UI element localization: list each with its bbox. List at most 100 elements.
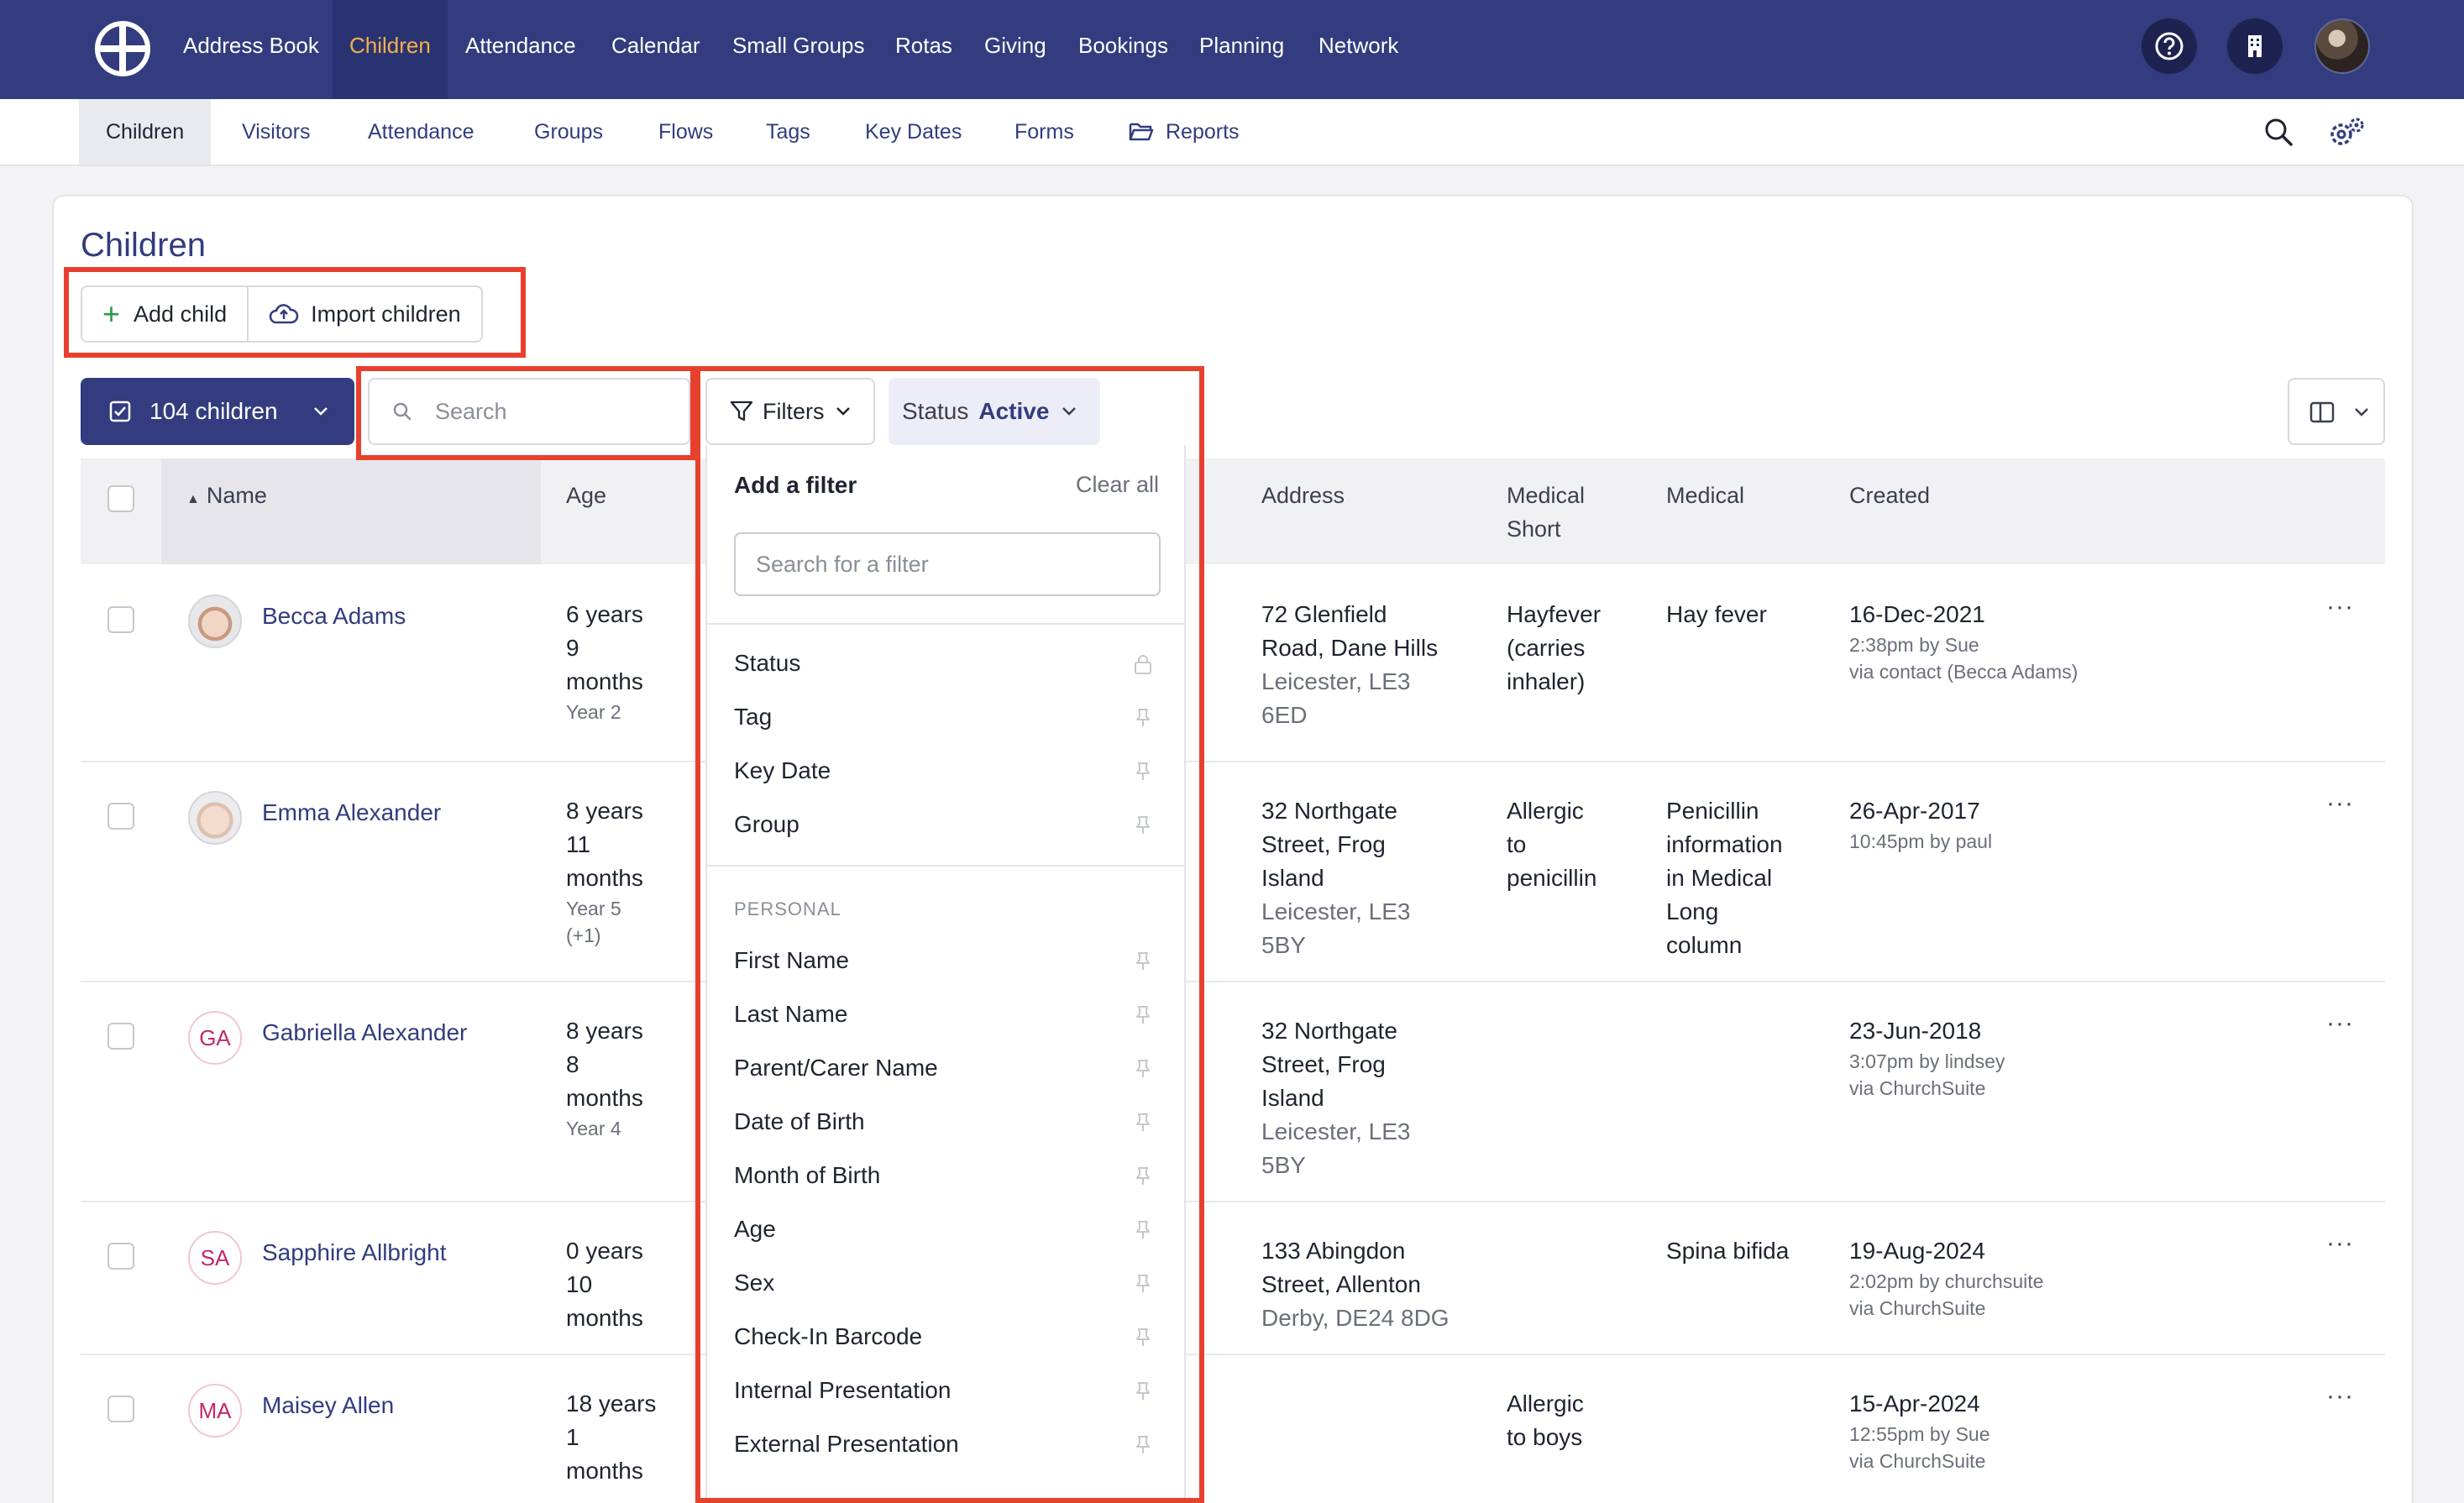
name-column-header[interactable]: ▲ Name bbox=[186, 479, 267, 516]
row-divider bbox=[81, 761, 2385, 762]
child-name-link[interactable]: Gabriella Alexander bbox=[262, 1019, 467, 1046]
help-button[interactable] bbox=[2142, 18, 2197, 74]
child-name-link[interactable]: Emma Alexander bbox=[262, 799, 441, 826]
medical-short-cell-line: to bbox=[1507, 831, 1527, 857]
column-layout-button[interactable] bbox=[2288, 378, 2385, 445]
gears-icon bbox=[2330, 118, 2364, 145]
row-checkbox[interactable] bbox=[107, 606, 134, 633]
user-avatar[interactable] bbox=[2315, 18, 2370, 74]
created-date: 15-Apr-2024 bbox=[1849, 1390, 1980, 1417]
subnav-key-dates[interactable]: Key Dates bbox=[865, 99, 962, 165]
nav-network[interactable]: Network bbox=[1308, 0, 1408, 99]
age-cell-line: months bbox=[566, 1305, 643, 1331]
age-cell-line: 9 bbox=[566, 635, 579, 661]
medical-short-cell-line: inhaler) bbox=[1507, 668, 1586, 694]
medical-short-cell-line: Allergic bbox=[1507, 1390, 1584, 1417]
created-meta: 2:38pm by Sue bbox=[1849, 634, 1979, 656]
row-actions-menu[interactable]: ··· bbox=[2326, 1009, 2354, 1038]
nav-calendar[interactable]: Calendar bbox=[601, 0, 710, 99]
child-name-link[interactable]: Becca Adams bbox=[262, 603, 406, 630]
created-meta: via ChurchSuite bbox=[1849, 1297, 1986, 1319]
select-children-button[interactable]: 104 children bbox=[81, 378, 354, 445]
row-actions-menu[interactable]: ··· bbox=[2326, 1382, 2354, 1411]
sort-ascending-icon: ▲ bbox=[186, 492, 200, 506]
address-column-header[interactable]: Address bbox=[1261, 479, 1345, 512]
child-avatar[interactable]: MA bbox=[188, 1384, 242, 1438]
row-actions-menu[interactable]: ··· bbox=[2326, 789, 2354, 818]
nav-children[interactable]: Children bbox=[333, 0, 448, 99]
age-cell-line: months bbox=[566, 668, 643, 694]
checkbox-checked-icon bbox=[109, 401, 131, 422]
organisation-button[interactable] bbox=[2227, 18, 2283, 74]
medical-cell-line: Spina bifida bbox=[1666, 1238, 1790, 1264]
subnav-groups[interactable]: Groups bbox=[534, 99, 603, 165]
age-column-header[interactable]: Age bbox=[566, 479, 606, 512]
medical-cell-line: Penicillin bbox=[1666, 798, 1759, 824]
age-cell-line: 18 years bbox=[566, 1390, 657, 1417]
search-button[interactable] bbox=[2262, 116, 2294, 152]
nav-attendance[interactable]: Attendance bbox=[455, 0, 586, 99]
address-cell-subline: Leicester, LE3 bbox=[1261, 1118, 1411, 1144]
row-actions-menu[interactable]: ··· bbox=[2326, 1229, 2354, 1258]
child-avatar[interactable] bbox=[188, 791, 242, 845]
address-cell-line: 133 Abingdon bbox=[1261, 1238, 1406, 1264]
subnav-visitors[interactable]: Visitors bbox=[242, 99, 311, 165]
row-actions-menu[interactable]: ··· bbox=[2326, 593, 2354, 621]
settings-button[interactable] bbox=[2328, 116, 2365, 154]
created-column-header[interactable]: Created bbox=[1849, 479, 1930, 512]
medical-short-column-header[interactable]: Medical Short bbox=[1507, 479, 1585, 546]
child-avatar[interactable]: SA bbox=[188, 1231, 242, 1285]
subnav-flows[interactable]: Flows bbox=[658, 99, 713, 165]
row-checkbox[interactable] bbox=[107, 803, 134, 830]
created-cell: 15-Apr-2024 12:55pm by Sue via ChurchSuite bbox=[1849, 1387, 1990, 1474]
child-avatar[interactable]: GA bbox=[188, 1011, 242, 1065]
help-icon bbox=[2155, 32, 2184, 60]
nav-address-book[interactable]: Address Book bbox=[173, 0, 329, 99]
row-checkbox[interactable] bbox=[107, 1396, 134, 1422]
age-cell: 18 years 1 months bbox=[566, 1387, 656, 1488]
name-header-label: Name bbox=[206, 483, 267, 508]
page-title: Children bbox=[81, 227, 206, 264]
row-divider bbox=[81, 1354, 2385, 1355]
nav-small-groups[interactable]: Small Groups bbox=[722, 0, 875, 99]
medical-column-header[interactable]: Medical bbox=[1666, 479, 1744, 512]
child-name-link[interactable]: Maisey Allen bbox=[262, 1392, 394, 1419]
nav-rotas[interactable]: Rotas bbox=[885, 0, 962, 99]
medical-cell-line: information bbox=[1666, 831, 1783, 857]
highlight-add-import bbox=[64, 267, 526, 358]
created-cell: 16-Dec-2021 2:38pm by Sue via contact (Bec… bbox=[1849, 598, 2078, 685]
subnav-children[interactable]: Children bbox=[79, 99, 212, 165]
age-cell-line: 1 bbox=[566, 1424, 579, 1450]
address-cell-line: 32 Northgate bbox=[1261, 798, 1397, 824]
churchsuite-logo-icon[interactable] bbox=[94, 20, 151, 77]
medical-short-cell: Allergic to penicillin bbox=[1507, 794, 1596, 895]
medical-cell-line: column bbox=[1666, 932, 1743, 958]
nav-bookings[interactable]: Bookings bbox=[1068, 0, 1178, 99]
created-cell: 19-Aug-2024 2:02pm by churchsuite via Chur… bbox=[1849, 1234, 2043, 1322]
address-cell: 32 Northgate Street, Frog Island Leicester,… bbox=[1261, 1014, 1410, 1182]
subnav-tags[interactable]: Tags bbox=[766, 99, 810, 165]
age-cell-line: months bbox=[566, 1085, 643, 1111]
age-cell-line: 0 years bbox=[566, 1238, 643, 1264]
children-count-label: 104 children bbox=[149, 398, 278, 424]
medical-short-cell: Allergic to boys bbox=[1507, 1387, 1584, 1454]
nav-giving[interactable]: Giving bbox=[974, 0, 1056, 99]
subnav-attendance[interactable]: Attendance bbox=[368, 99, 474, 165]
age-cell-line: 6 years bbox=[566, 601, 643, 627]
address-cell-subline: 5BY bbox=[1261, 932, 1306, 958]
subnav-reports[interactable]: Reports bbox=[1166, 99, 1240, 165]
nav-planning[interactable]: Planning bbox=[1189, 0, 1294, 99]
child-name-link[interactable]: Sapphire Allbright bbox=[262, 1239, 446, 1266]
row-checkbox[interactable] bbox=[107, 1023, 134, 1050]
medical-short-header-line1: Medical bbox=[1507, 483, 1586, 508]
address-cell: 72 Glenfield Road, Dane Hills Leicester, L… bbox=[1261, 598, 1438, 732]
select-all-checkbox[interactable] bbox=[107, 485, 134, 512]
subnav-forms[interactable]: Forms bbox=[1014, 99, 1074, 165]
child-avatar[interactable] bbox=[188, 594, 242, 648]
address-cell-subline: 6ED bbox=[1261, 702, 1308, 728]
medical-cell-line: in Medical bbox=[1666, 865, 1773, 891]
created-meta: 10:45pm by paul bbox=[1849, 830, 1993, 852]
building-icon bbox=[2248, 35, 2262, 57]
row-checkbox[interactable] bbox=[107, 1243, 134, 1270]
address-cell-subline: Derby, DE24 8DG bbox=[1261, 1305, 1450, 1331]
